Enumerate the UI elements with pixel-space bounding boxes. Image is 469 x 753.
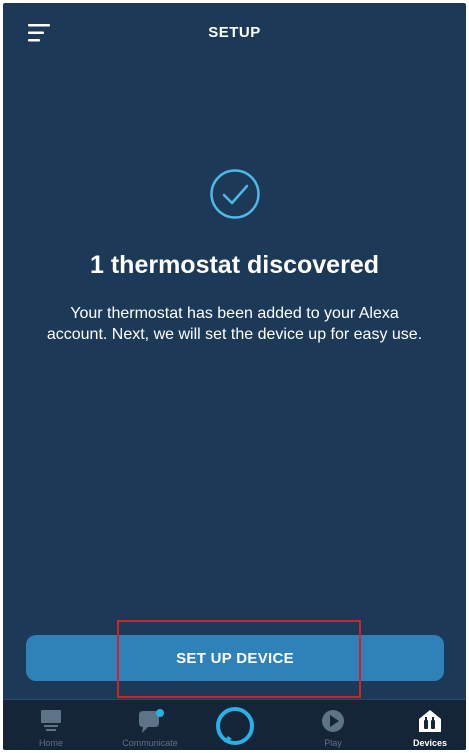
nav-label-home: Home <box>38 738 63 748</box>
page-title: SETUP <box>208 24 261 41</box>
alexa-ring-icon[interactable] <box>214 705 256 747</box>
nav-item-play[interactable]: Play <box>308 700 358 750</box>
setup-screen: SETUP 1 thermostat discovered Your therm… <box>3 3 466 750</box>
set-up-device-button[interactable]: SET UP DEVICE <box>26 635 444 681</box>
home-icon <box>41 710 61 731</box>
discovery-description: Your thermostat has been added to your A… <box>46 305 423 343</box>
nav-label-play: Play <box>324 738 342 748</box>
nav-item-home[interactable]: Home <box>21 700 81 750</box>
chat-bubble-icon <box>139 709 164 733</box>
bottom-navigation: Home Communicate Play Devices <box>3 699 466 750</box>
devices-house-icon <box>419 710 441 732</box>
header-bar: SETUP <box>3 3 466 63</box>
set-up-device-label: SET UP DEVICE <box>176 649 294 667</box>
nav-item-communicate[interactable]: Communicate <box>110 700 190 750</box>
nav-label-communicate: Communicate <box>122 738 178 748</box>
nav-label-devices: Devices <box>412 738 448 748</box>
checkmark-circle-icon <box>209 169 260 219</box>
nav-item-devices[interactable]: Devices <box>400 700 460 750</box>
discovery-heading: 1 thermostat discovered <box>90 251 379 279</box>
play-icon <box>322 710 344 732</box>
